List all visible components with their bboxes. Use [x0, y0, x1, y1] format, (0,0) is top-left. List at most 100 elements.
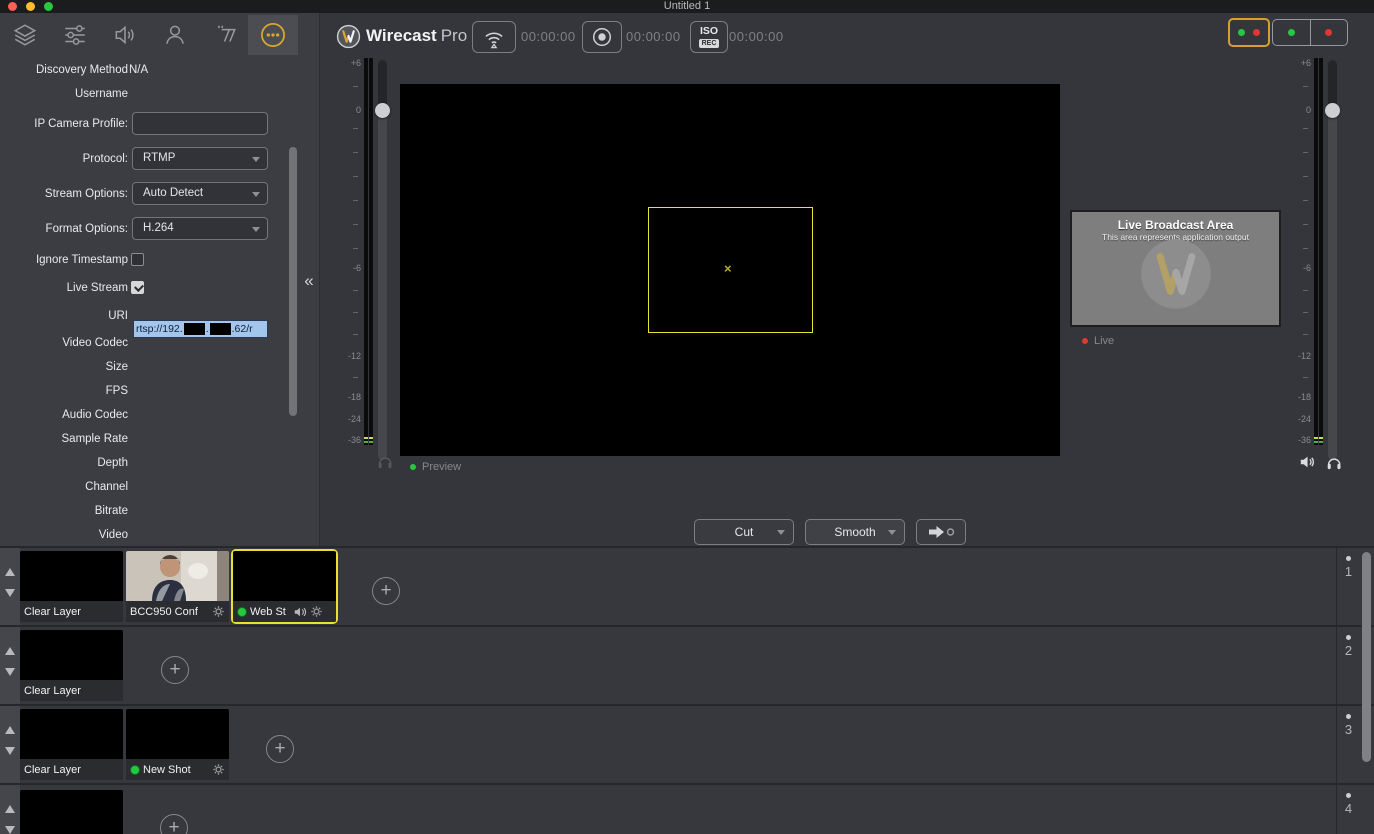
layer-row-4: + 4 [0, 785, 1374, 834]
record-button[interactable] [582, 21, 622, 53]
ip-camera-profile-label: IP Camera Profile: [0, 118, 128, 130]
preview-audio-meter-scale: +6 0 -6 -12 -18 -24 -36 [341, 58, 361, 458]
layer-row-1: Clear Layer BCC950 Conf [0, 548, 1374, 625]
speaker-icon[interactable] [293, 605, 307, 619]
ip-camera-profile-input[interactable] [132, 112, 268, 135]
live-stream-checkbox[interactable] [131, 281, 144, 294]
gear-icon[interactable] [310, 605, 323, 618]
iso-rec-icon: ISO REC [699, 26, 720, 48]
move-layer-down-button[interactable] [5, 668, 15, 676]
preview-status-button[interactable] [1273, 20, 1310, 45]
status-button-group [1272, 19, 1348, 46]
discovery-method-label: Discovery Method [0, 64, 128, 76]
layer-active-dot [1346, 793, 1351, 798]
bitrate-label: Bitrate [0, 505, 128, 517]
gear-icon[interactable] [212, 763, 225, 776]
video-codec-label: Video Codec [0, 337, 128, 349]
shot-layers-area: Clear Layer BCC950 Conf [0, 546, 1374, 834]
shot-bcc950[interactable]: BCC950 Conf [126, 551, 229, 622]
volume-slider-knob[interactable] [1325, 103, 1340, 118]
iso-record-button[interactable]: ISO REC [690, 21, 728, 53]
collapse-panel-button[interactable]: « [300, 270, 318, 292]
format-options-select[interactable]: H.264 [132, 217, 268, 240]
move-layer-down-button[interactable] [5, 747, 15, 755]
discovery-method-value: N/A [129, 64, 148, 76]
preview-canvas[interactable]: × [400, 84, 1060, 456]
move-layer-up-button[interactable] [5, 568, 15, 576]
move-layer-up-button[interactable] [5, 805, 15, 813]
live-indicator: Live [1082, 335, 1114, 347]
selected-shot-highlight: Web St [231, 549, 338, 624]
live-volume-slider[interactable] [1328, 60, 1337, 460]
gear-icon[interactable] [212, 605, 225, 618]
ignore-timestamp-checkbox[interactable] [131, 253, 144, 266]
shot-clear-layer[interactable] [20, 790, 123, 834]
layers-icon[interactable] [0, 15, 50, 55]
preview-live-status-button[interactable] [1228, 18, 1270, 47]
layer-number-cell: 4 [1337, 785, 1360, 834]
wifi-broadcast-icon [481, 24, 507, 50]
shot-clear-layer[interactable]: Clear Layer [20, 709, 123, 780]
move-layer-up-button[interactable] [5, 726, 15, 734]
move-layer-up-button[interactable] [5, 647, 15, 655]
shot-clear-layer[interactable]: Clear Layer [20, 630, 123, 701]
green-status-dot [1238, 29, 1245, 36]
more-options-icon[interactable] [248, 15, 298, 55]
layer-active-dot [1346, 556, 1351, 561]
record-timer: 00:00:00 [626, 29, 681, 44]
volume-slider-knob[interactable] [375, 103, 390, 118]
go-transition-button[interactable] [916, 519, 966, 545]
fps-label: FPS [0, 385, 128, 397]
app-title: WirecastPro [366, 26, 467, 46]
live-stream-label: Live Stream [0, 282, 128, 294]
record-icon [590, 25, 614, 49]
stream-button[interactable] [472, 21, 516, 53]
titles-icon[interactable] [200, 15, 250, 55]
titlebar: Untitled 1 [0, 0, 1374, 13]
shot-web-stream-selected[interactable]: Web St [233, 551, 336, 622]
red-status-dot [1325, 29, 1332, 36]
preview-volume-slider[interactable] [378, 60, 387, 460]
live-audio-meter [1314, 58, 1323, 445]
layer-active-dot [1346, 714, 1351, 719]
chevron-down-icon [777, 530, 785, 535]
chevron-down-icon [888, 530, 896, 535]
uri-label: URI [0, 310, 128, 322]
add-shot-button[interactable]: + [160, 814, 188, 834]
depth-label: Depth [0, 457, 128, 469]
redacted-block [184, 323, 205, 335]
stream-options-select[interactable]: Auto Detect [132, 182, 268, 205]
move-layer-down-button[interactable] [5, 826, 15, 834]
layer-active-dot [1346, 635, 1351, 640]
live-status-button[interactable] [1310, 20, 1348, 45]
preview-headphone-monitor-button[interactable] [376, 452, 394, 470]
live-green-dot-icon [237, 607, 247, 617]
live-speaker-button[interactable] [1299, 453, 1317, 471]
shot-new-shot[interactable]: New Shot [126, 709, 229, 780]
live-headphone-monitor-button[interactable] [1325, 453, 1343, 471]
audio-mixer-icon[interactable] [100, 15, 150, 55]
format-options-label: Format Options: [0, 223, 128, 235]
wirecast-logo [336, 24, 361, 49]
red-status-dot [1253, 29, 1260, 36]
shot-clear-layer[interactable]: Clear Layer [20, 551, 123, 622]
iso-timer: 00:00:00 [729, 29, 784, 44]
add-shot-button[interactable]: + [161, 656, 189, 684]
social-icon[interactable] [150, 15, 200, 55]
add-shot-button[interactable]: + [266, 735, 294, 763]
uri-input[interactable]: rtsp://192...62/r [133, 320, 268, 338]
green-dot-icon [410, 464, 416, 470]
panel-scrollbar[interactable] [289, 147, 297, 416]
protocol-select[interactable]: RTMP [132, 147, 268, 170]
preview-indicator: Preview [410, 461, 461, 473]
add-shot-button[interactable]: + [372, 577, 400, 605]
transition-b-select[interactable]: Smooth [805, 519, 905, 545]
username-label: Username [0, 88, 128, 100]
sample-rate-label: Sample Rate [0, 433, 128, 445]
sources-sliders-icon[interactable] [50, 15, 100, 55]
selection-center-handle[interactable]: × [724, 261, 732, 276]
transition-a-select[interactable]: Cut [694, 519, 794, 545]
move-layer-down-button[interactable] [5, 589, 15, 597]
preview-audio-meter [364, 58, 373, 445]
layers-scrollbar[interactable] [1362, 552, 1371, 762]
